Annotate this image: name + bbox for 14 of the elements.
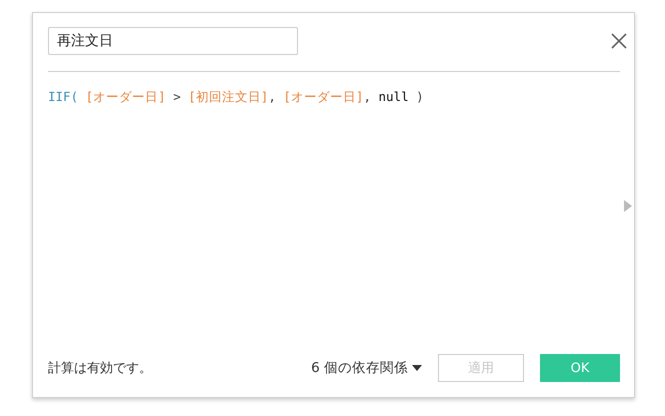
name-field[interactable]: 再注文日	[48, 27, 298, 55]
caret-icon	[412, 365, 422, 371]
close-icon[interactable]	[611, 33, 627, 49]
formula-operator: ,	[268, 89, 276, 104]
formula-field-reference: [オーダー日]	[282, 89, 364, 104]
status-text: 計算は有効です。	[48, 360, 153, 377]
formula-operator: ,	[363, 89, 371, 104]
formula-field-reference: [オーダー日]	[84, 89, 166, 104]
formula-operator: )	[415, 89, 424, 104]
formula-keyword: null	[377, 89, 409, 104]
formula-function-name: IIF(	[48, 89, 78, 104]
formula-operator: >	[172, 89, 181, 104]
formula-field-reference: [初回注文日]	[187, 89, 268, 104]
dependencies-dropdown[interactable]: 6 個の依存関係	[311, 359, 422, 377]
